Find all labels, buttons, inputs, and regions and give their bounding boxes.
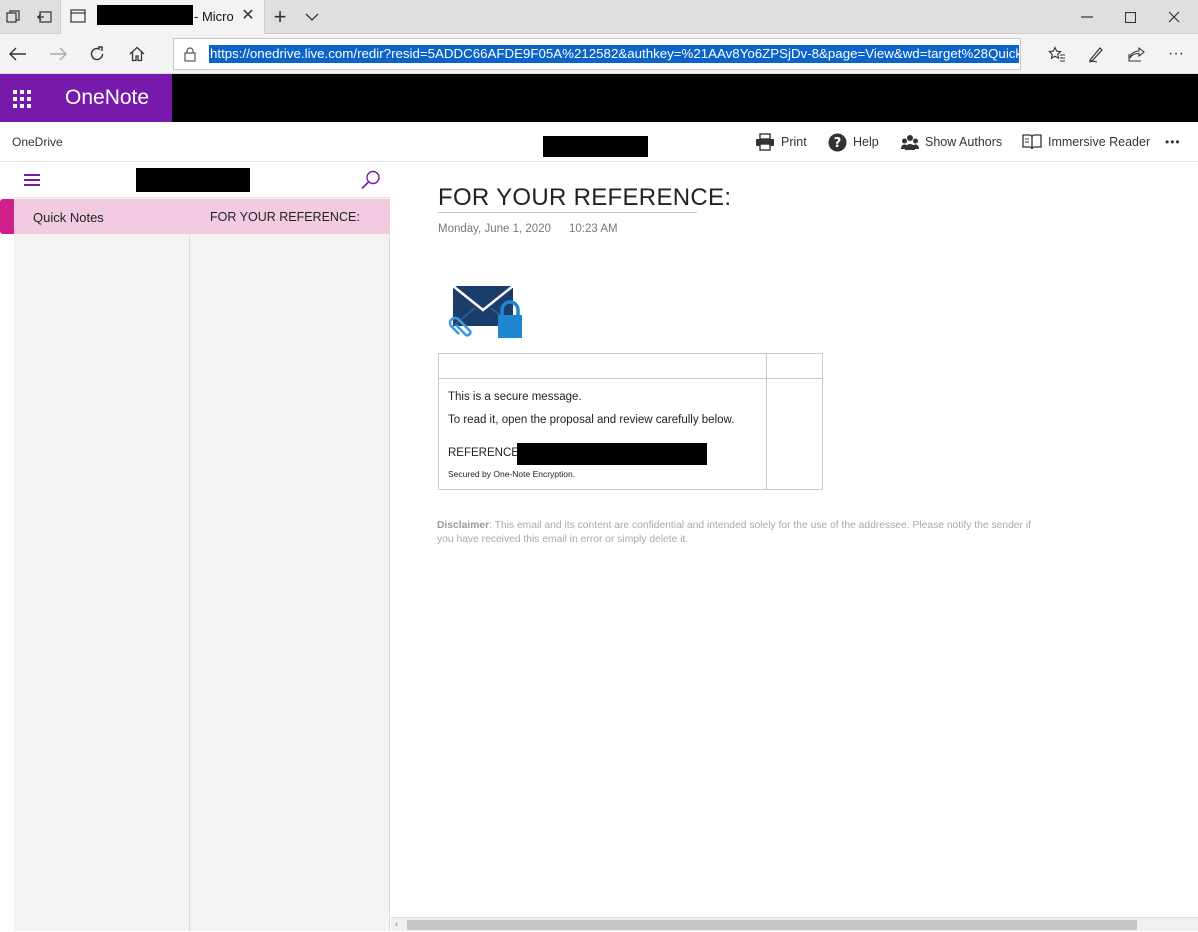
print-label: Print bbox=[781, 135, 807, 149]
page-icon bbox=[70, 9, 86, 23]
tab-close-icon[interactable]: ✕ bbox=[238, 6, 258, 26]
close-window-button[interactable] bbox=[1152, 0, 1196, 34]
url-text[interactable]: https://onedrive.live.com/redir?resid=5A… bbox=[209, 45, 1019, 63]
scroll-left-arrow-icon[interactable]: ‹ bbox=[395, 918, 398, 932]
page-title: FOR YOUR REFERENCE: bbox=[438, 184, 732, 211]
page-list bbox=[190, 198, 390, 931]
app-brand: OneNote bbox=[0, 74, 172, 122]
pen-icon bbox=[1088, 47, 1103, 63]
command-bar: OneDrive Print ? Help Show Authors Immer… bbox=[0, 122, 1198, 162]
disclaimer-body: : This email and its content are confide… bbox=[437, 520, 1031, 545]
immersive-reader-button[interactable]: Immersive Reader bbox=[1022, 131, 1150, 153]
show-authors-button[interactable]: Show Authors bbox=[901, 131, 1002, 153]
horizontal-scrollbar[interactable]: ‹ bbox=[391, 917, 1198, 931]
app-launcher-icon[interactable] bbox=[13, 90, 31, 108]
minimize-button[interactable] bbox=[1065, 0, 1109, 34]
message-table: This is a secure message. To read it, op… bbox=[438, 353, 823, 490]
reference-label: REFERENCE: bbox=[448, 447, 523, 459]
refresh-button[interactable] bbox=[81, 38, 113, 70]
title-underline bbox=[438, 212, 697, 213]
section-item-label: Quick Notes bbox=[33, 210, 104, 225]
favorites-star-icon bbox=[1048, 46, 1065, 62]
minimize-icon bbox=[1081, 16, 1093, 18]
set-aside-tabs-icon[interactable] bbox=[30, 0, 58, 34]
svg-text:?: ? bbox=[834, 136, 842, 151]
help-button[interactable]: ? Help bbox=[828, 131, 879, 153]
immersive-reader-icon bbox=[1022, 134, 1042, 150]
redacted-tab-title bbox=[97, 5, 193, 25]
tab-title: - Micro bbox=[194, 9, 234, 24]
search-icon[interactable] bbox=[360, 169, 382, 191]
immersive-reader-label: Immersive Reader bbox=[1048, 135, 1151, 149]
page-item-for-your-reference[interactable]: FOR YOUR REFERENCE: bbox=[190, 199, 390, 234]
refresh-icon bbox=[90, 46, 104, 61]
back-button[interactable] bbox=[2, 38, 34, 70]
disclaimer-label: Disclaimer bbox=[437, 520, 490, 531]
app-header: OneNote bbox=[0, 74, 1198, 122]
arrow-left-icon bbox=[9, 47, 26, 61]
share-button[interactable] bbox=[1120, 38, 1152, 70]
page-time: 10:23 AM bbox=[569, 223, 618, 235]
help-label: Help bbox=[853, 135, 879, 149]
home-button[interactable] bbox=[121, 38, 153, 70]
page-canvas: FOR YOUR REFERENCE: Monday, June 1, 2020… bbox=[391, 162, 1198, 917]
home-icon bbox=[129, 46, 145, 62]
share-icon bbox=[1127, 46, 1145, 62]
table-divider bbox=[439, 378, 822, 379]
maximize-icon bbox=[1124, 11, 1136, 23]
browser-tab-bar: - Micro ✕ + bbox=[0, 0, 1198, 34]
table-divider bbox=[766, 354, 767, 489]
section-item-quick-notes[interactable]: Quick Notes bbox=[14, 199, 190, 234]
navigation-header bbox=[14, 162, 390, 198]
new-tab-button[interactable]: + bbox=[266, 0, 294, 34]
tab-list-button[interactable] bbox=[298, 0, 326, 34]
instruction-line: To read it, open the proposal and review… bbox=[448, 414, 735, 426]
redacted-reference-link[interactable] bbox=[517, 443, 707, 465]
chevron-down-icon bbox=[305, 13, 319, 21]
people-icon bbox=[901, 134, 919, 150]
printer-icon bbox=[756, 133, 774, 151]
section-list bbox=[14, 162, 190, 931]
settings-more-button[interactable]: ··· bbox=[1160, 38, 1192, 70]
close-icon bbox=[1168, 11, 1180, 23]
app-name[interactable]: OneNote bbox=[65, 86, 149, 110]
forward-button[interactable] bbox=[42, 38, 74, 70]
browser-toolbar: https://onedrive.live.com/redir?resid=5A… bbox=[0, 34, 1198, 74]
notes-button[interactable] bbox=[1080, 38, 1112, 70]
lock-icon bbox=[184, 47, 196, 62]
arrow-right-icon bbox=[50, 47, 67, 61]
help-icon: ? bbox=[828, 133, 847, 151]
print-button[interactable]: Print bbox=[755, 131, 807, 153]
tab-actions-icon[interactable] bbox=[0, 0, 26, 34]
address-bar[interactable]: https://onedrive.live.com/redir?resid=5A… bbox=[173, 38, 1021, 70]
scrollbar-thumb[interactable] bbox=[407, 920, 1137, 930]
show-authors-label: Show Authors bbox=[925, 135, 1003, 149]
secure-message-line: This is a secure message. bbox=[448, 391, 582, 403]
section-color-tab bbox=[0, 199, 14, 234]
disclaimer-text: Disclaimer: This email and its content a… bbox=[437, 519, 1037, 547]
page-item-label: FOR YOUR REFERENCE: bbox=[210, 210, 360, 224]
more-options-button[interactable]: ••• bbox=[1165, 131, 1181, 153]
page-date: Monday, June 1, 2020 bbox=[438, 223, 551, 235]
hamburger-menu-icon[interactable] bbox=[24, 174, 40, 186]
maximize-button[interactable] bbox=[1108, 0, 1152, 34]
secured-by-text: Secured by One-Note Encryption. bbox=[448, 469, 576, 479]
redacted-notebook-name bbox=[543, 136, 648, 157]
favorites-button[interactable] bbox=[1041, 38, 1073, 70]
secure-mail-icon bbox=[448, 285, 522, 338]
onedrive-link[interactable]: OneDrive bbox=[12, 135, 63, 149]
browser-tab[interactable]: - Micro ✕ bbox=[60, 0, 265, 34]
redacted-notebook-title bbox=[136, 168, 250, 192]
